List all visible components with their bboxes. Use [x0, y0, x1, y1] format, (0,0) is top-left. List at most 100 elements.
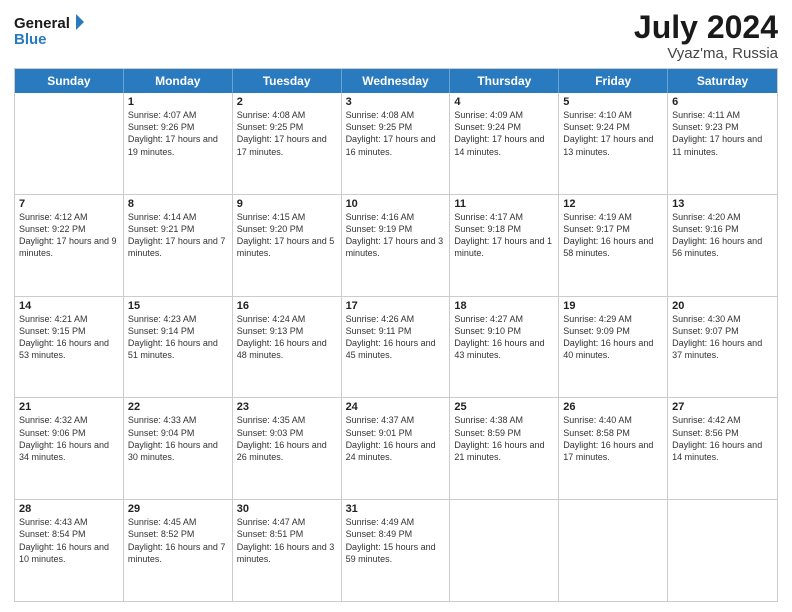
- week-row-4: 21Sunrise: 4:32 AM Sunset: 9:06 PM Dayli…: [15, 398, 777, 500]
- day-cell-6: 6Sunrise: 4:11 AM Sunset: 9:23 PM Daylig…: [668, 93, 777, 194]
- week-row-5: 28Sunrise: 4:43 AM Sunset: 8:54 PM Dayli…: [15, 500, 777, 601]
- day-cell-8: 8Sunrise: 4:14 AM Sunset: 9:21 PM Daylig…: [124, 195, 233, 296]
- day-info: Sunrise: 4:33 AM Sunset: 9:04 PM Dayligh…: [128, 414, 228, 463]
- day-number: 3: [346, 96, 446, 108]
- day-number: 23: [237, 401, 337, 413]
- day-number: 31: [346, 503, 446, 515]
- day-info: Sunrise: 4:23 AM Sunset: 9:14 PM Dayligh…: [128, 313, 228, 362]
- day-number: 14: [19, 300, 119, 312]
- day-info: Sunrise: 4:47 AM Sunset: 8:51 PM Dayligh…: [237, 516, 337, 565]
- day-cell-23: 23Sunrise: 4:35 AM Sunset: 9:03 PM Dayli…: [233, 398, 342, 499]
- day-info: Sunrise: 4:09 AM Sunset: 9:24 PM Dayligh…: [454, 109, 554, 158]
- day-cell-12: 12Sunrise: 4:19 AM Sunset: 9:17 PM Dayli…: [559, 195, 668, 296]
- day-info: Sunrise: 4:10 AM Sunset: 9:24 PM Dayligh…: [563, 109, 663, 158]
- day-cell-17: 17Sunrise: 4:26 AM Sunset: 9:11 PM Dayli…: [342, 297, 451, 398]
- day-info: Sunrise: 4:29 AM Sunset: 9:09 PM Dayligh…: [563, 313, 663, 362]
- header-day-monday: Monday: [124, 69, 233, 93]
- day-number: 20: [672, 300, 773, 312]
- day-cell-31: 31Sunrise: 4:49 AM Sunset: 8:49 PM Dayli…: [342, 500, 451, 601]
- page: General Blue July 2024 Vyaz'ma, Russia S…: [0, 0, 792, 612]
- day-cell-7: 7Sunrise: 4:12 AM Sunset: 9:22 PM Daylig…: [15, 195, 124, 296]
- day-number: 7: [19, 198, 119, 210]
- header-day-friday: Friday: [559, 69, 668, 93]
- day-number: 2: [237, 96, 337, 108]
- day-number: 24: [346, 401, 446, 413]
- day-cell-19: 19Sunrise: 4:29 AM Sunset: 9:09 PM Dayli…: [559, 297, 668, 398]
- location: Vyaz'ma, Russia: [634, 45, 778, 62]
- logo-svg: General Blue: [14, 10, 84, 48]
- day-cell-24: 24Sunrise: 4:37 AM Sunset: 9:01 PM Dayli…: [342, 398, 451, 499]
- day-info: Sunrise: 4:32 AM Sunset: 9:06 PM Dayligh…: [19, 414, 119, 463]
- day-info: Sunrise: 4:17 AM Sunset: 9:18 PM Dayligh…: [454, 211, 554, 260]
- day-cell-26: 26Sunrise: 4:40 AM Sunset: 8:58 PM Dayli…: [559, 398, 668, 499]
- day-info: Sunrise: 4:14 AM Sunset: 9:21 PM Dayligh…: [128, 211, 228, 260]
- day-number: 1: [128, 96, 228, 108]
- day-number: 15: [128, 300, 228, 312]
- day-cell-29: 29Sunrise: 4:45 AM Sunset: 8:52 PM Dayli…: [124, 500, 233, 601]
- day-cell-16: 16Sunrise: 4:24 AM Sunset: 9:13 PM Dayli…: [233, 297, 342, 398]
- day-info: Sunrise: 4:12 AM Sunset: 9:22 PM Dayligh…: [19, 211, 119, 260]
- day-info: Sunrise: 4:40 AM Sunset: 8:58 PM Dayligh…: [563, 414, 663, 463]
- header-day-sunday: Sunday: [15, 69, 124, 93]
- header-day-saturday: Saturday: [668, 69, 777, 93]
- day-number: 17: [346, 300, 446, 312]
- day-info: Sunrise: 4:15 AM Sunset: 9:20 PM Dayligh…: [237, 211, 337, 260]
- day-info: Sunrise: 4:38 AM Sunset: 8:59 PM Dayligh…: [454, 414, 554, 463]
- calendar: SundayMondayTuesdayWednesdayThursdayFrid…: [14, 68, 778, 602]
- day-info: Sunrise: 4:43 AM Sunset: 8:54 PM Dayligh…: [19, 516, 119, 565]
- month-title: July 2024: [634, 10, 778, 45]
- day-info: Sunrise: 4:08 AM Sunset: 9:25 PM Dayligh…: [346, 109, 446, 158]
- day-cell-4: 4Sunrise: 4:09 AM Sunset: 9:24 PM Daylig…: [450, 93, 559, 194]
- day-number: 9: [237, 198, 337, 210]
- day-cell-9: 9Sunrise: 4:15 AM Sunset: 9:20 PM Daylig…: [233, 195, 342, 296]
- day-number: 21: [19, 401, 119, 413]
- calendar-body: 1Sunrise: 4:07 AM Sunset: 9:26 PM Daylig…: [15, 93, 777, 601]
- day-cell-15: 15Sunrise: 4:23 AM Sunset: 9:14 PM Dayli…: [124, 297, 233, 398]
- day-cell-3: 3Sunrise: 4:08 AM Sunset: 9:25 PM Daylig…: [342, 93, 451, 194]
- empty-cell-4-4: [450, 500, 559, 601]
- week-row-2: 7Sunrise: 4:12 AM Sunset: 9:22 PM Daylig…: [15, 195, 777, 297]
- day-cell-18: 18Sunrise: 4:27 AM Sunset: 9:10 PM Dayli…: [450, 297, 559, 398]
- day-number: 28: [19, 503, 119, 515]
- day-cell-25: 25Sunrise: 4:38 AM Sunset: 8:59 PM Dayli…: [450, 398, 559, 499]
- day-info: Sunrise: 4:35 AM Sunset: 9:03 PM Dayligh…: [237, 414, 337, 463]
- calendar-header-row: SundayMondayTuesdayWednesdayThursdayFrid…: [15, 69, 777, 93]
- day-cell-14: 14Sunrise: 4:21 AM Sunset: 9:15 PM Dayli…: [15, 297, 124, 398]
- day-cell-20: 20Sunrise: 4:30 AM Sunset: 9:07 PM Dayli…: [668, 297, 777, 398]
- day-number: 12: [563, 198, 663, 210]
- day-number: 5: [563, 96, 663, 108]
- day-cell-27: 27Sunrise: 4:42 AM Sunset: 8:56 PM Dayli…: [668, 398, 777, 499]
- empty-cell-4-5: [559, 500, 668, 601]
- day-info: Sunrise: 4:45 AM Sunset: 8:52 PM Dayligh…: [128, 516, 228, 565]
- svg-text:General: General: [14, 15, 70, 32]
- day-number: 16: [237, 300, 337, 312]
- day-info: Sunrise: 4:26 AM Sunset: 9:11 PM Dayligh…: [346, 313, 446, 362]
- week-row-3: 14Sunrise: 4:21 AM Sunset: 9:15 PM Dayli…: [15, 297, 777, 399]
- day-number: 8: [128, 198, 228, 210]
- day-info: Sunrise: 4:07 AM Sunset: 9:26 PM Dayligh…: [128, 109, 228, 158]
- day-cell-28: 28Sunrise: 4:43 AM Sunset: 8:54 PM Dayli…: [15, 500, 124, 601]
- day-number: 30: [237, 503, 337, 515]
- day-info: Sunrise: 4:24 AM Sunset: 9:13 PM Dayligh…: [237, 313, 337, 362]
- day-info: Sunrise: 4:08 AM Sunset: 9:25 PM Dayligh…: [237, 109, 337, 158]
- header-day-thursday: Thursday: [450, 69, 559, 93]
- day-cell-1: 1Sunrise: 4:07 AM Sunset: 9:26 PM Daylig…: [124, 93, 233, 194]
- week-row-1: 1Sunrise: 4:07 AM Sunset: 9:26 PM Daylig…: [15, 93, 777, 195]
- header-day-wednesday: Wednesday: [342, 69, 451, 93]
- day-info: Sunrise: 4:30 AM Sunset: 9:07 PM Dayligh…: [672, 313, 773, 362]
- day-info: Sunrise: 4:20 AM Sunset: 9:16 PM Dayligh…: [672, 211, 773, 260]
- day-info: Sunrise: 4:42 AM Sunset: 8:56 PM Dayligh…: [672, 414, 773, 463]
- day-cell-10: 10Sunrise: 4:16 AM Sunset: 9:19 PM Dayli…: [342, 195, 451, 296]
- day-info: Sunrise: 4:21 AM Sunset: 9:15 PM Dayligh…: [19, 313, 119, 362]
- day-number: 26: [563, 401, 663, 413]
- day-cell-5: 5Sunrise: 4:10 AM Sunset: 9:24 PM Daylig…: [559, 93, 668, 194]
- day-cell-2: 2Sunrise: 4:08 AM Sunset: 9:25 PM Daylig…: [233, 93, 342, 194]
- day-info: Sunrise: 4:49 AM Sunset: 8:49 PM Dayligh…: [346, 516, 446, 565]
- day-cell-11: 11Sunrise: 4:17 AM Sunset: 9:18 PM Dayli…: [450, 195, 559, 296]
- title-block: July 2024 Vyaz'ma, Russia: [634, 10, 778, 62]
- header-day-tuesday: Tuesday: [233, 69, 342, 93]
- day-cell-13: 13Sunrise: 4:20 AM Sunset: 9:16 PM Dayli…: [668, 195, 777, 296]
- svg-text:Blue: Blue: [14, 31, 47, 48]
- day-number: 22: [128, 401, 228, 413]
- day-info: Sunrise: 4:16 AM Sunset: 9:19 PM Dayligh…: [346, 211, 446, 260]
